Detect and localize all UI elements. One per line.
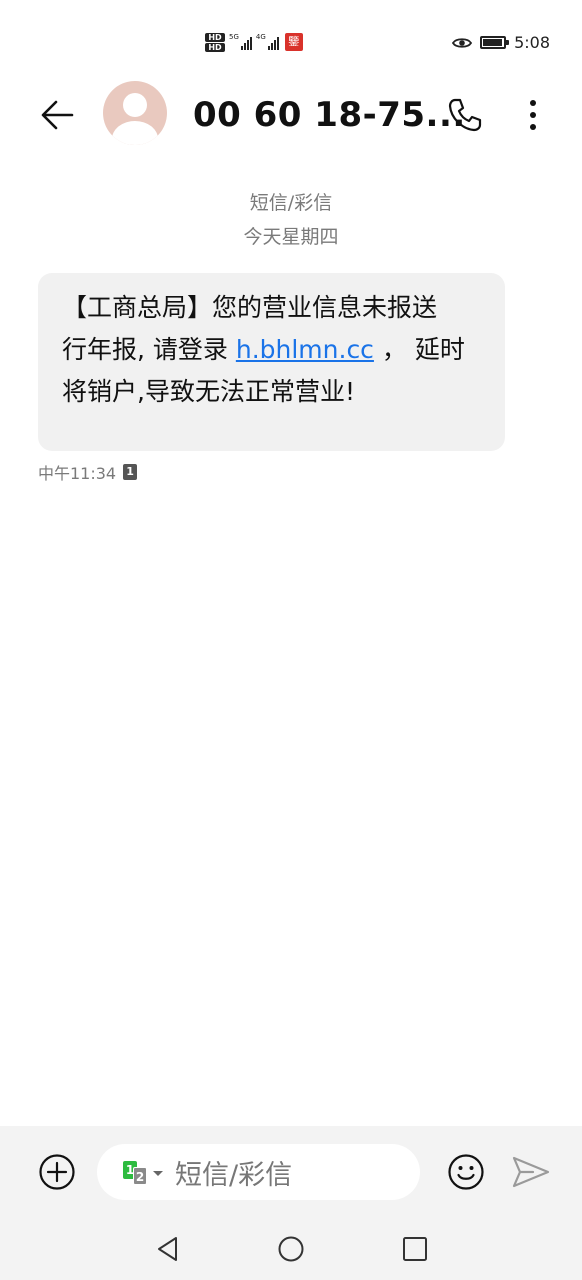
send-button[interactable] (511, 1154, 551, 1190)
message-line: 【工商总局】您的营业信息未报送 (62, 293, 438, 322)
message-timestamp: 中午11:34 (38, 464, 117, 483)
arrow-left-icon (41, 100, 74, 130)
incoming-message-bubble[interactable]: 【工商总局】您的营业信息未报送 行年报, 请登录 h.bhlmn.cc ， 延时… (38, 273, 505, 451)
input-placeholder: 短信/彩信 (175, 1159, 293, 1191)
message-line: 行年报, 请登录 h.bhlmn.cc ， 延时 (62, 329, 485, 371)
message-text: ， 延时 (373, 335, 465, 364)
compose-bar: 1 2 短信/彩信 (0, 1126, 582, 1220)
nav-recents-button[interactable] (400, 1234, 430, 1264)
square-recent-icon (403, 1237, 427, 1261)
sim-selector[interactable]: 1 2 (123, 1159, 163, 1185)
contact-name[interactable]: 00 60 18-75... (193, 94, 466, 136)
clock: 5:08 (514, 33, 550, 52)
hd-icon: HD (205, 42, 225, 52)
signal-5g-icon: 5G (229, 34, 252, 50)
avatar-body (112, 121, 158, 145)
message-line: 将销户,导致无法正常营业! (62, 377, 355, 406)
send-icon (512, 1156, 550, 1188)
battery-icon (480, 36, 510, 49)
smiley-icon (448, 1154, 484, 1190)
signal-4g-icon: 4G (256, 34, 279, 50)
emoji-button[interactable] (447, 1153, 485, 1191)
hd-icon: HD (205, 32, 225, 42)
message-link[interactable]: h.bhlmn.cc (236, 335, 374, 364)
network-type-label: 4G (255, 33, 266, 41)
notification-badge-icon: 鑒 (284, 33, 303, 51)
dual-sim-icon: 1 2 (123, 1159, 149, 1185)
status-network-indicators: HD HD 5G 4G 鑒 (205, 27, 303, 57)
thread-date-label: 今天星期四 (243, 226, 339, 248)
message-input[interactable]: 1 2 短信/彩信 (97, 1144, 420, 1200)
more-vertical-icon (530, 100, 536, 130)
sim2-label: 2 (133, 1167, 147, 1185)
nav-home-button[interactable] (276, 1234, 306, 1264)
message-text: 行年报, 请登录 (62, 335, 236, 364)
plus-circle-icon (39, 1154, 75, 1190)
sim-card-icon: 1 (123, 464, 138, 480)
chevron-down-icon (153, 1170, 163, 1176)
hd-voice-icons: HD HD (205, 32, 225, 52)
more-options-button[interactable] (517, 95, 549, 135)
phone-icon (448, 98, 482, 132)
call-button[interactable] (445, 95, 485, 135)
avatar[interactable] (103, 81, 167, 145)
triangle-back-icon (158, 1237, 177, 1261)
sms-thread-screen: HD HD 5G 4G 鑒 5:08 00 60 18-75... 短信/彩信 … (0, 0, 582, 1280)
network-type-label: 5G (229, 33, 239, 41)
nav-back-button[interactable] (153, 1234, 183, 1264)
system-navigation-bar (0, 1220, 582, 1280)
avatar-head (123, 93, 147, 117)
add-attachment-button[interactable] (38, 1153, 76, 1191)
battery-fill (483, 39, 502, 46)
status-right-group: 5:08 (452, 33, 550, 52)
thread-type-label: 短信/彩信 (249, 192, 333, 214)
message-meta: 中午11:34 1 (38, 460, 138, 484)
conversation-header: 00 60 18-75... (0, 80, 582, 150)
back-button[interactable] (38, 95, 78, 135)
eye-icon (452, 37, 473, 48)
status-bar: HD HD 5G 4G 鑒 5:08 (0, 0, 582, 80)
circle-home-icon (278, 1236, 304, 1262)
